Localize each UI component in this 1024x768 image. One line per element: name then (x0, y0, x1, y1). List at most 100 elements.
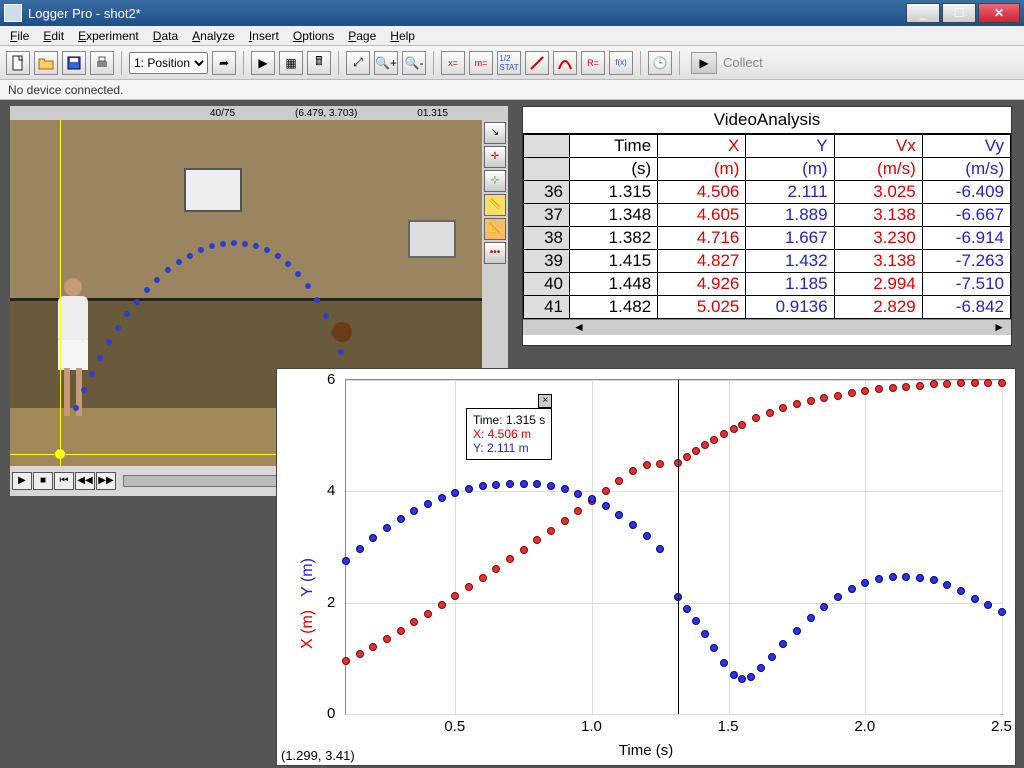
data-point[interactable] (397, 627, 405, 635)
menu-analyze[interactable]: Analyze (186, 27, 241, 45)
origin-marker[interactable] (55, 449, 65, 459)
minimize-button[interactable]: _ (906, 3, 940, 23)
data-point[interactable] (971, 379, 979, 387)
next-frame-icon[interactable]: ▶▶ (96, 472, 116, 490)
data-point[interactable] (479, 574, 487, 582)
data-point[interactable] (984, 379, 992, 387)
menu-page[interactable]: Page (342, 27, 382, 45)
data-point[interactable] (410, 618, 418, 626)
data-point[interactable] (807, 397, 815, 405)
data-point[interactable] (701, 441, 709, 449)
data-point[interactable] (889, 573, 897, 581)
table-row[interactable]: 411.4825.0250.91362.829-6.842 (524, 296, 1011, 319)
col-Time[interactable]: Time (570, 135, 658, 158)
data-point[interactable] (629, 467, 637, 475)
data-point[interactable] (820, 394, 828, 402)
menu-help[interactable]: Help (384, 27, 421, 45)
data-point[interactable] (943, 380, 951, 388)
data-point[interactable] (720, 659, 728, 667)
data-point[interactable] (506, 555, 514, 563)
data-point[interactable] (861, 579, 869, 587)
data-point[interactable] (701, 630, 709, 638)
timing-icon[interactable]: 🕒 (648, 51, 672, 75)
data-point[interactable] (730, 671, 738, 679)
data-point[interactable] (356, 650, 364, 658)
data-point[interactable] (424, 500, 432, 508)
linear-fit-icon[interactable] (525, 51, 549, 75)
examine-cursor[interactable] (678, 380, 679, 714)
table-h-scrollbar[interactable]: ◄► (523, 319, 1011, 335)
menu-edit[interactable]: Edit (37, 27, 70, 45)
data-point[interactable] (451, 489, 459, 497)
data-point[interactable] (615, 477, 623, 485)
close-button[interactable]: ✕ (978, 3, 1020, 23)
model-icon[interactable]: f(x) (609, 51, 633, 75)
x-axis-label[interactable]: Time (s) (619, 742, 673, 759)
data-point[interactable] (615, 511, 623, 519)
data-point[interactable] (738, 421, 746, 429)
table-row[interactable]: 401.4484.9261.1852.994-7.510 (524, 273, 1011, 296)
col-X[interactable]: X (658, 135, 746, 158)
data-point[interactable] (710, 644, 718, 652)
table-row[interactable]: 371.3484.6051.8893.138-6.667 (524, 204, 1011, 227)
new-file-icon[interactable] (6, 51, 30, 75)
zoom-out-icon[interactable]: 🔍- (402, 51, 426, 75)
save-icon[interactable] (62, 51, 86, 75)
stats-icon[interactable]: 1/2STAT (497, 51, 521, 75)
curve-fit-icon[interactable] (553, 51, 577, 75)
data-point[interactable] (683, 453, 691, 461)
data-point[interactable] (602, 502, 610, 510)
page-selector[interactable]: 1: Position (129, 52, 208, 74)
data-point[interactable] (930, 380, 938, 388)
data-point[interactable] (930, 576, 938, 584)
data-point[interactable] (479, 482, 487, 490)
data-point[interactable] (779, 640, 787, 648)
examine-icon[interactable]: x= (441, 51, 465, 75)
data-point[interactable] (342, 557, 350, 565)
data-point[interactable] (656, 545, 664, 553)
data-point[interactable] (520, 480, 528, 488)
col-Y[interactable]: Y (746, 135, 834, 158)
data-point[interactable] (656, 460, 664, 468)
data-point[interactable] (520, 546, 528, 554)
prev-frame-icon[interactable]: ◀◀ (75, 472, 95, 490)
data-point[interactable] (492, 481, 500, 489)
data-point[interactable] (424, 610, 432, 618)
data-point[interactable] (533, 480, 541, 488)
data-point[interactable] (547, 482, 555, 490)
data-point[interactable] (692, 617, 700, 625)
examine-tooltip[interactable]: ×Time: 1.315 sX: 4.506 mY: 2.111 m (466, 408, 552, 460)
regression-icon[interactable]: R= (581, 51, 605, 75)
data-point[interactable] (397, 515, 405, 523)
data-point[interactable] (848, 389, 856, 397)
data-point[interactable] (875, 575, 883, 583)
data-point[interactable] (943, 581, 951, 589)
data-point[interactable] (369, 643, 377, 651)
data-point[interactable] (720, 430, 728, 438)
data-point[interactable] (574, 490, 582, 498)
data-point[interactable] (998, 379, 1006, 387)
data-point[interactable] (902, 573, 910, 581)
data-point[interactable] (602, 487, 610, 495)
data-point[interactable] (957, 587, 965, 595)
y-axis-label-x[interactable]: X (m) (299, 610, 316, 649)
data-point[interactable] (492, 565, 500, 573)
table-icon[interactable]: ▦ (279, 51, 303, 75)
data-point[interactable] (834, 392, 842, 400)
select-tool-icon[interactable]: ↘ (484, 122, 506, 144)
data-point[interactable] (451, 592, 459, 600)
data-point[interactable] (383, 635, 391, 643)
collect-button[interactable]: ▶ (691, 52, 717, 74)
photo-distance-icon[interactable]: 📐 (484, 218, 506, 240)
tooltip-close-icon[interactable]: × (538, 394, 552, 408)
menu-insert[interactable]: Insert (243, 27, 285, 45)
data-point[interactable] (574, 507, 582, 515)
data-point[interactable] (820, 603, 828, 611)
data-point[interactable] (889, 384, 897, 392)
data-point[interactable] (629, 521, 637, 529)
data-point[interactable] (383, 524, 391, 532)
data-point[interactable] (875, 385, 883, 393)
data-point[interactable] (747, 673, 755, 681)
data-point[interactable] (506, 480, 514, 488)
data-point[interactable] (971, 595, 979, 603)
